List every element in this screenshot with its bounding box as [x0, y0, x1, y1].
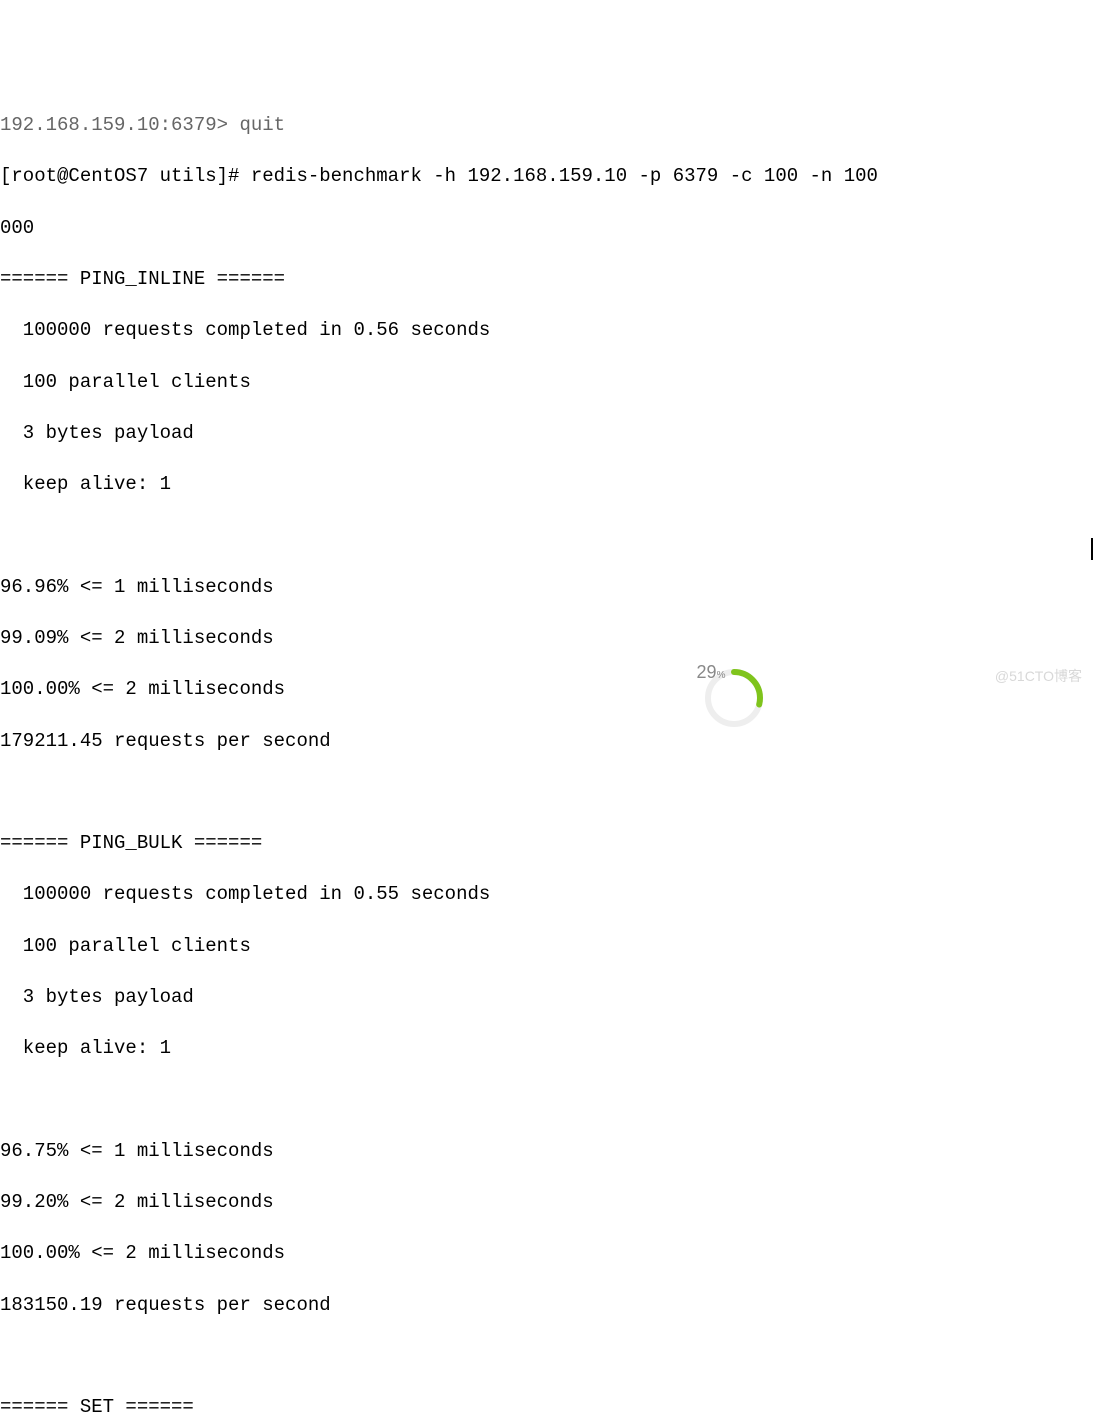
terminal-line: 96.75% <= 1 milliseconds: [0, 1139, 1094, 1165]
terminal-line: 3 bytes payload: [0, 421, 1094, 447]
terminal-line: 100 parallel clients: [0, 370, 1094, 396]
terminal-line: 100000 requests completed in 0.55 second…: [0, 882, 1094, 908]
terminal-line: 100000 requests completed in 0.56 second…: [0, 318, 1094, 344]
terminal-line: keep alive: 1: [0, 1036, 1094, 1062]
terminal-line: keep alive: 1: [0, 472, 1094, 498]
terminal-line: [0, 780, 1094, 806]
terminal-line: 96.96% <= 1 milliseconds: [0, 575, 1094, 601]
terminal-line: 183150.19 requests per second: [0, 1293, 1094, 1319]
terminal-line: ====== PING_INLINE ======: [0, 267, 1094, 293]
terminal-line: 000: [0, 216, 1094, 242]
terminal-line: 179211.45 requests per second: [0, 729, 1094, 755]
progress-value: 29: [697, 662, 717, 682]
text-cursor: [1091, 538, 1093, 560]
terminal-line: 100 parallel clients: [0, 934, 1094, 960]
terminal-line: 100.00% <= 2 milliseconds: [0, 677, 1094, 703]
terminal-line: 100.00% <= 2 milliseconds: [0, 1241, 1094, 1267]
watermark-text: @51CTO博客: [995, 667, 1082, 686]
terminal-line: [0, 1088, 1094, 1114]
terminal-line: [0, 1344, 1094, 1370]
terminal-line: [root@CentOS7 utils]# redis-benchmark -h…: [0, 164, 1094, 190]
terminal-line: 99.09% <= 2 milliseconds: [0, 626, 1094, 652]
terminal-line: 3 bytes payload: [0, 985, 1094, 1011]
progress-badge-text: 29%: [697, 660, 726, 684]
terminal-line: ====== PING_BULK ======: [0, 831, 1094, 857]
terminal-line: 192.168.159.10:6379> quit: [0, 113, 1094, 139]
progress-badge: 29%: [680, 641, 742, 703]
terminal-line: [0, 523, 1094, 549]
progress-suffix: %: [717, 670, 726, 681]
terminal-line: 99.20% <= 2 milliseconds: [0, 1190, 1094, 1216]
terminal-output: 192.168.159.10:6379> quit [root@CentOS7 …: [0, 103, 1094, 1422]
terminal-line: ====== SET ======: [0, 1395, 1094, 1421]
